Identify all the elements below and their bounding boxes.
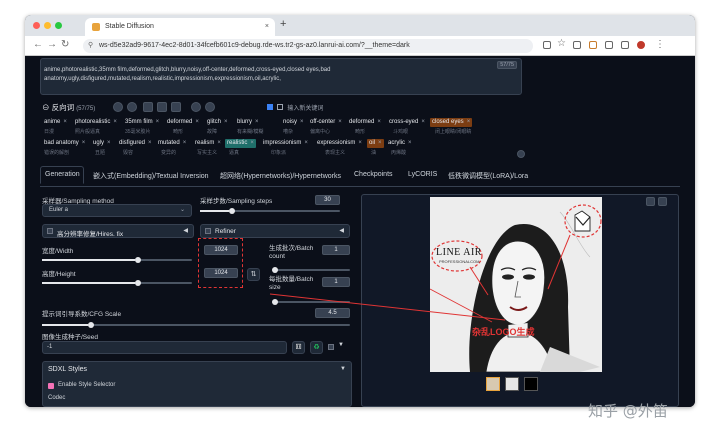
browser-window: Stable Diffusion × + ← → ↻ ⚲ ws-d5e32ad9… [25,15,695,407]
annotation-arrow [269,293,506,321]
zhihu-watermark: 知乎 @外笛 [588,402,668,420]
